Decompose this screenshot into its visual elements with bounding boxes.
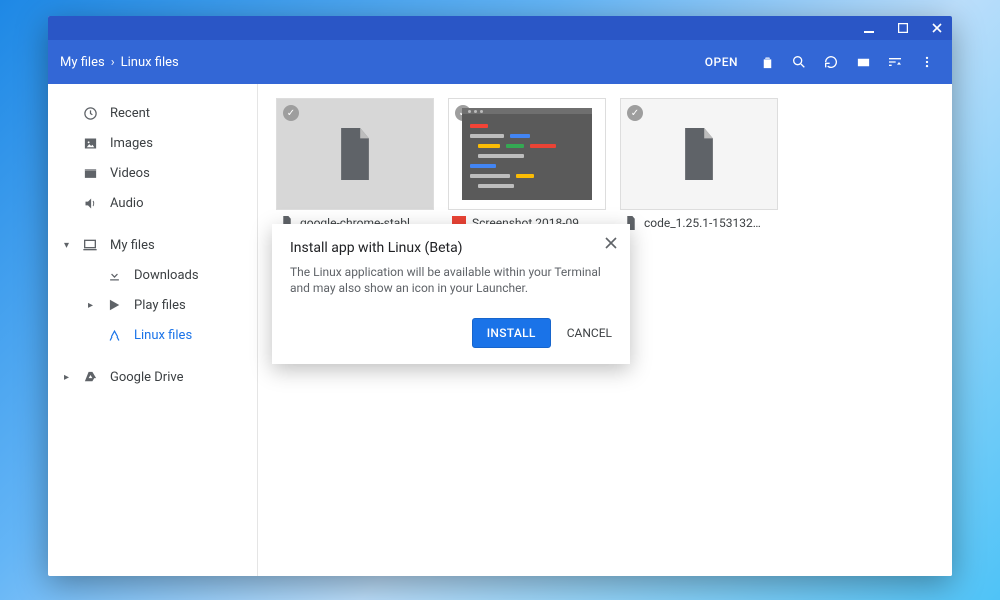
sidebar-item-label: Videos [110, 166, 150, 181]
maximize-icon[interactable] [896, 21, 910, 35]
minimize-icon[interactable] [862, 21, 876, 35]
view-icon[interactable] [850, 49, 876, 75]
breadcrumb-current[interactable]: Linux files [121, 55, 179, 70]
play-icon [106, 297, 122, 313]
close-icon[interactable] [602, 234, 620, 252]
video-icon [82, 165, 98, 181]
sidebar-item-label: Play files [134, 298, 186, 313]
file-grid: ✓ google-chrome-stabl… ✓ [258, 84, 952, 576]
chevron-right-icon[interactable]: ▸ [64, 372, 69, 383]
sidebar-item-label: Recent [110, 106, 150, 121]
sidebar-item-label: Google Drive [110, 370, 183, 385]
file-item[interactable]: ✓ code_1.25.1-153132… [620, 98, 778, 236]
clock-icon [82, 105, 98, 121]
sidebar-item-linuxfiles[interactable]: Linux files [48, 320, 257, 350]
image-icon [82, 135, 98, 151]
sidebar-item-images[interactable]: Images [48, 128, 257, 158]
audio-icon [82, 195, 98, 211]
sidebar-item-gdrive[interactable]: ▸ Google Drive [48, 362, 257, 392]
more-icon[interactable] [914, 49, 940, 75]
sidebar-item-label: Downloads [134, 268, 199, 283]
sidebar-item-recent[interactable]: Recent [48, 98, 257, 128]
sidebar-item-audio[interactable]: Audio [48, 188, 257, 218]
check-icon[interactable]: ✓ [627, 105, 643, 121]
download-icon [106, 267, 122, 283]
breadcrumb: My files › Linux files [60, 55, 179, 70]
sidebar: Recent Images Videos Audio ▾ My files [48, 84, 258, 576]
editor-thumbnail [462, 108, 592, 200]
cancel-button[interactable]: CANCEL [567, 326, 612, 340]
sidebar-item-label: Linux files [134, 328, 192, 343]
delete-icon[interactable] [754, 49, 780, 75]
sidebar-item-myfiles[interactable]: ▾ My files [48, 230, 257, 260]
dialog-title: Install app with Linux (Beta) [290, 240, 612, 256]
sidebar-item-downloads[interactable]: Downloads [48, 260, 257, 290]
file-item[interactable]: ✓ [448, 98, 606, 236]
sort-icon[interactable] [882, 49, 908, 75]
dialog-body: The Linux application will be available … [290, 264, 612, 296]
install-dialog: Install app with Linux (Beta) The Linux … [272, 224, 630, 364]
file-item[interactable]: ✓ google-chrome-stabl… [276, 98, 434, 236]
sidebar-item-videos[interactable]: Videos [48, 158, 257, 188]
search-icon[interactable] [786, 49, 812, 75]
linux-icon [106, 327, 122, 343]
check-icon[interactable]: ✓ [283, 105, 299, 121]
sidebar-item-label: My files [110, 238, 155, 253]
close-icon[interactable] [930, 21, 944, 35]
sidebar-item-playfiles[interactable]: ▸ Play files [48, 290, 257, 320]
breadcrumb-root[interactable]: My files [60, 55, 105, 70]
toolbar: My files › Linux files OPEN [48, 40, 952, 84]
files-app-window: My files › Linux files OPEN Recent Image… [48, 16, 952, 576]
laptop-icon [82, 237, 98, 253]
refresh-icon[interactable] [818, 49, 844, 75]
drive-icon [82, 369, 98, 385]
chevron-down-icon[interactable]: ▾ [64, 240, 69, 251]
chevron-right-icon[interactable]: ▸ [88, 300, 93, 311]
sidebar-item-label: Audio [110, 196, 143, 211]
sidebar-item-label: Images [110, 136, 153, 151]
file-name: code_1.25.1-153132… [644, 216, 761, 230]
window-titlebar [48, 16, 952, 40]
chevron-right-icon: › [111, 55, 115, 70]
open-button[interactable]: OPEN [695, 51, 748, 73]
install-button[interactable]: INSTALL [472, 318, 551, 348]
